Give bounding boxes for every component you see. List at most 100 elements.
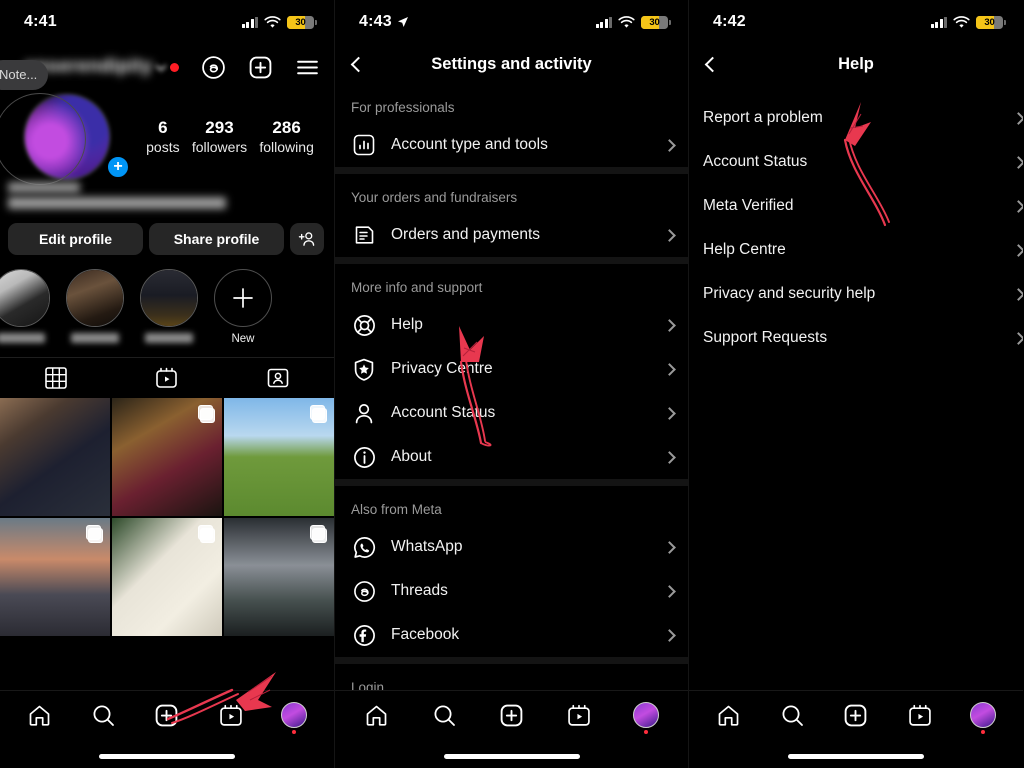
settings-item-privacy-centre[interactable]: Privacy Centre (335, 347, 688, 391)
page-title: Help (838, 54, 874, 73)
avatar-icon (970, 702, 997, 728)
chevron-right-icon (663, 584, 676, 598)
posts-count: 6 (158, 118, 168, 137)
reels-tab[interactable] (906, 702, 933, 729)
life-ring-icon (351, 312, 377, 338)
help-options-list: Report a problem Account Status Meta Ver… (689, 84, 1023, 360)
profile-bio (0, 178, 334, 209)
carousel-icon (198, 525, 215, 543)
chevron-right-icon (663, 450, 676, 464)
edit-profile-button[interactable]: Edit profile (8, 223, 143, 255)
stat-following[interactable]: 286 following (259, 118, 313, 156)
help-item-privacy-and-security-help[interactable]: Privacy and security help (689, 272, 1023, 316)
settings-item-label: Account Status (391, 404, 496, 421)
section-heading-also-from-meta: Also from Meta (351, 502, 442, 517)
help-item-report-a-problem[interactable]: Report a problem (689, 96, 1023, 140)
settings-item-label: Facebook (391, 626, 460, 643)
grid-post[interactable] (0, 398, 110, 516)
grid-post[interactable] (0, 518, 110, 636)
bio-name-redacted (8, 182, 80, 193)
following-count: 286 (272, 118, 301, 137)
reels-tab[interactable] (111, 358, 222, 398)
highlight-label (145, 333, 193, 343)
settings-item-threads[interactable]: Threads (335, 569, 688, 613)
help-item-support-requests[interactable]: Support Requests (689, 316, 1023, 360)
status-bar: 4:43 30 (335, 0, 688, 44)
settings-item-facebook[interactable]: Facebook (335, 613, 688, 657)
stat-followers[interactable]: 293 followers (192, 118, 247, 156)
note-bubble[interactable]: Note... (0, 60, 49, 90)
bottom-tab-bar (0, 690, 334, 768)
profile-tab[interactable] (633, 702, 660, 729)
settings-item-account-status[interactable]: Account Status (335, 391, 688, 435)
profile-tab[interactable] (970, 702, 997, 729)
battery-icon: 30 (287, 15, 317, 29)
back-button[interactable] (349, 53, 371, 75)
section-heading-orders: Your orders and fundraisers (351, 190, 518, 205)
create-tab[interactable] (153, 702, 180, 729)
status-time: 4:43 (359, 13, 409, 31)
cellular-signal-icon (930, 16, 947, 28)
highlight-item[interactable] (0, 269, 52, 343)
create-tab[interactable] (498, 702, 525, 729)
grid-post[interactable] (224, 518, 334, 636)
stat-posts[interactable]: 6 posts (146, 118, 179, 156)
home-tab[interactable] (26, 702, 53, 729)
home-icon (29, 705, 50, 726)
create-tab[interactable] (842, 702, 869, 729)
section-heading-more-info: More info and support (351, 280, 483, 295)
settings-item-whatsapp[interactable]: WhatsApp (335, 525, 688, 569)
grid-post[interactable] (112, 518, 222, 636)
settings-item-about[interactable]: About (335, 435, 688, 479)
profile-avatar-area[interactable]: Note... + (0, 60, 140, 185)
home-icon (718, 705, 739, 726)
settings-item-label: Threads (391, 582, 448, 599)
status-bar: 4:41 30 (0, 0, 334, 44)
profile-tab[interactable] (281, 702, 308, 729)
new-highlight-button[interactable]: New (212, 269, 274, 345)
share-profile-button[interactable]: Share profile (149, 223, 284, 255)
help-item-account-status[interactable]: Account Status (689, 140, 1023, 184)
reels-icon (156, 367, 178, 388)
help-item-label: Help Centre (703, 241, 786, 258)
home-indicator (443, 754, 580, 759)
help-item-label: Meta Verified (703, 197, 794, 214)
reels-tab[interactable] (217, 702, 244, 729)
help-item-label: Privacy and security help (703, 285, 876, 302)
new-post-plus-icon[interactable] (248, 55, 273, 80)
home-tab[interactable] (363, 702, 390, 729)
highlight-item[interactable] (138, 269, 200, 343)
carousel-icon (310, 525, 327, 543)
section-divider (335, 257, 688, 264)
grid-post[interactable] (112, 398, 222, 516)
panel-settings-and-activity: 4:43 30 Settings and activity For profes… (334, 0, 689, 768)
hamburger-menu-icon[interactable] (295, 55, 320, 80)
settings-item-orders-and-payments[interactable]: Orders and payments (335, 213, 688, 257)
panel-help: 4:42 30 Help Report a problem Account St… (689, 0, 1023, 768)
chart-square-icon (351, 132, 377, 158)
add-person-button[interactable] (290, 223, 324, 255)
settings-item-help[interactable]: Help (335, 303, 688, 347)
carousel-icon (310, 405, 327, 423)
home-tab[interactable] (715, 702, 742, 729)
search-tab[interactable] (90, 702, 117, 729)
highlight-item[interactable] (64, 269, 126, 343)
shield-star-icon (351, 356, 377, 382)
back-button[interactable] (703, 53, 725, 75)
add-story-button[interactable]: + (106, 155, 130, 179)
followers-label: followers (191, 139, 248, 155)
wifi-icon (264, 15, 281, 28)
threads-icon[interactable] (201, 55, 226, 80)
settings-item-account-type-and-tools[interactable]: Account type and tools (335, 123, 688, 167)
help-item-meta-verified[interactable]: Meta Verified (689, 184, 1023, 228)
threads-icon (351, 578, 377, 604)
reels-tab[interactable] (565, 702, 592, 729)
settings-item-label: About (391, 448, 432, 465)
help-item-help-centre[interactable]: Help Centre (689, 228, 1023, 272)
search-tab[interactable] (431, 702, 458, 729)
grid-post[interactable] (224, 398, 334, 516)
search-tab[interactable] (779, 702, 806, 729)
grid-tab[interactable] (0, 358, 111, 398)
plus-square-icon (845, 704, 867, 726)
tagged-tab[interactable] (223, 358, 334, 398)
